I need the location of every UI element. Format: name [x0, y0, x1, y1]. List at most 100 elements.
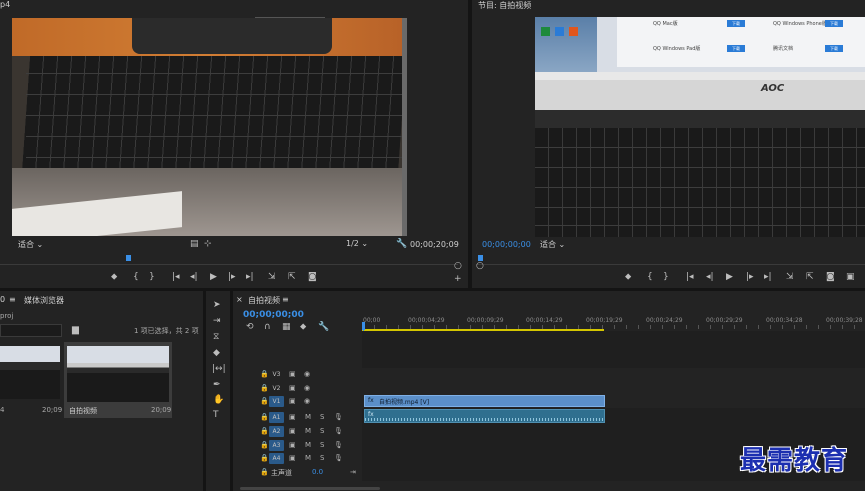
overwrite-icon[interactable]: ⇱: [288, 272, 296, 282]
step-forward-icon[interactable]: |▸: [746, 272, 754, 282]
project-item-2[interactable]: 自拍视频 20;09: [64, 342, 172, 418]
lock-icon[interactable]: 🔒: [260, 427, 269, 435]
mic-icon[interactable]: 🎙: [334, 441, 343, 449]
mute-button[interactable]: M: [305, 427, 311, 435]
lock-icon[interactable]: 🔒: [260, 384, 269, 392]
mic-icon[interactable]: 🎙: [334, 413, 343, 421]
project-tab[interactable]: 0: [0, 295, 5, 304]
wrench-icon[interactable]: 🔧: [396, 239, 407, 249]
program-fit-dropdown[interactable]: 适合 ⌄: [540, 239, 565, 250]
media-browser-tab[interactable]: 媒体浏览器: [24, 295, 64, 306]
mic-icon[interactable]: 🎙: [334, 454, 343, 462]
source-monitor-tab[interactable]: p4: [0, 0, 10, 9]
master-volume-value[interactable]: 0.0: [312, 468, 323, 476]
project-item-1[interactable]: 4 20;09: [0, 342, 62, 418]
step-back-icon[interactable]: ◂|: [190, 272, 198, 282]
solo-button[interactable]: S: [320, 413, 324, 421]
ripple-edit-tool-icon[interactable]: ⧖: [213, 332, 219, 342]
timeline-playhead[interactable]: [362, 322, 365, 330]
track-target-a2[interactable]: A2: [269, 426, 284, 437]
timeline-close-icon[interactable]: ×: [236, 295, 243, 304]
selection-tool-icon[interactable]: ➤: [213, 300, 221, 310]
mark-out-icon[interactable]: }: [663, 272, 669, 282]
track-v2-header[interactable]: 🔒 V2 ▣ ◉: [240, 382, 362, 395]
export-frame-icon[interactable]: ▤: [190, 239, 199, 249]
sync-icon[interactable]: ▣: [289, 413, 296, 421]
insert-icon[interactable]: ⇲: [268, 272, 276, 282]
track-target-a3[interactable]: A3: [269, 440, 284, 451]
sync-icon[interactable]: ▣: [289, 370, 296, 378]
program-monitor-tab[interactable]: 节目: 自拍视频: [478, 0, 531, 11]
mark-in-icon[interactable]: {: [133, 272, 139, 282]
camera-icon[interactable]: ◙: [826, 272, 835, 282]
nest-icon[interactable]: ⟲: [246, 322, 254, 332]
add-button-icon[interactable]: +: [454, 274, 462, 284]
timeline-tab[interactable]: 自拍视频: [248, 295, 280, 306]
track-v1-header[interactable]: 🔒 V1 ▣ ◉: [240, 395, 362, 408]
add-marker-icon[interactable]: ⬥: [300, 322, 306, 332]
lock-icon[interactable]: 🔒: [260, 370, 269, 378]
slip-tool-icon[interactable]: |↔|: [212, 364, 226, 374]
track-target-a4[interactable]: A4: [269, 453, 284, 464]
mute-button[interactable]: M: [305, 413, 311, 421]
eye-icon[interactable]: ◉: [304, 384, 310, 392]
solo-button[interactable]: S: [320, 427, 324, 435]
track-a3-header[interactable]: 🔒 A3 ▣ M S 🎙: [240, 439, 362, 452]
go-to-in-icon[interactable]: |◂: [172, 272, 180, 282]
marker-icon[interactable]: ⬥: [111, 272, 117, 282]
mic-icon[interactable]: 🎙: [334, 427, 343, 435]
source-fit-dropdown[interactable]: 适合 ⌄: [18, 239, 43, 250]
camera-icon[interactable]: ◙: [308, 272, 317, 282]
lift-icon[interactable]: ⇲: [786, 272, 794, 282]
type-tool-icon[interactable]: T: [213, 410, 219, 420]
source-scrub-bar[interactable]: [0, 255, 458, 265]
timeline-scrollbar[interactable]: [240, 487, 380, 490]
timeline-settings-icon[interactable]: 🔧: [318, 322, 329, 332]
razor-tool-icon[interactable]: ◆: [213, 348, 220, 358]
sync-icon[interactable]: ▣: [289, 454, 296, 462]
go-to-out-icon[interactable]: ▸|: [246, 272, 254, 282]
mark-out-icon[interactable]: }: [149, 272, 155, 282]
lock-icon[interactable]: 🔒: [260, 441, 269, 449]
track-target-v2[interactable]: V2: [269, 383, 284, 394]
sync-icon[interactable]: ▣: [289, 384, 296, 392]
video-clip[interactable]: fx 自拍视频.mp4 [V]: [364, 395, 605, 407]
play-icon[interactable]: ▶: [726, 272, 733, 282]
solo-button[interactable]: S: [320, 441, 324, 449]
mute-button[interactable]: M: [305, 441, 311, 449]
extract-icon[interactable]: ⇱: [806, 272, 814, 282]
lock-icon[interactable]: 🔒: [260, 397, 269, 405]
solo-button[interactable]: S: [320, 454, 324, 462]
go-to-end-icon[interactable]: ⇥: [350, 468, 356, 476]
go-to-in-icon[interactable]: |◂: [686, 272, 694, 282]
track-select-tool-icon[interactable]: ⇥: [213, 316, 221, 326]
hand-tool-icon[interactable]: ✋: [213, 395, 224, 405]
mark-in-icon[interactable]: {: [647, 272, 653, 282]
expand-icon[interactable]: ▣: [846, 272, 855, 282]
marker-icon[interactable]: ⬥: [625, 272, 631, 282]
project-menu-icon[interactable]: ≡: [9, 295, 16, 304]
track-a2-header[interactable]: 🔒 A2 ▣ M S 🎙: [240, 425, 362, 438]
project-search-input[interactable]: [0, 324, 62, 337]
linked-selection-icon[interactable]: ▦: [282, 322, 291, 332]
track-target-v1[interactable]: V1: [269, 396, 284, 407]
track-a4-header[interactable]: 🔒 A4 ▣ M S 🎙: [240, 452, 362, 465]
lock-icon[interactable]: 🔒: [260, 468, 269, 476]
pen-tool-icon[interactable]: ✒: [213, 380, 221, 390]
play-icon[interactable]: ▶: [210, 272, 217, 282]
sync-icon[interactable]: ▣: [289, 397, 296, 405]
sync-icon[interactable]: ▣: [289, 427, 296, 435]
go-to-out-icon[interactable]: ▸|: [764, 272, 772, 282]
sync-icon[interactable]: ▣: [289, 441, 296, 449]
track-target-a1[interactable]: A1: [269, 412, 284, 423]
step-forward-icon[interactable]: |▸: [228, 272, 236, 282]
track-target-v3[interactable]: V3: [269, 369, 284, 380]
settings-small-icon[interactable]: ⊹: [204, 239, 212, 249]
program-scrub-start-handle[interactable]: ○: [476, 261, 484, 271]
track-master-header[interactable]: 🔒 主声道 0.0 ⇥: [240, 466, 362, 479]
source-resolution-dropdown[interactable]: 1/2 ⌄: [346, 239, 368, 248]
new-bin-icon[interactable]: ▆: [72, 325, 79, 335]
audio-clip[interactable]: fx: [364, 409, 605, 423]
program-scrub-bar[interactable]: [476, 255, 865, 265]
track-v3-header[interactable]: 🔒 V3 ▣ ◉: [240, 368, 362, 381]
